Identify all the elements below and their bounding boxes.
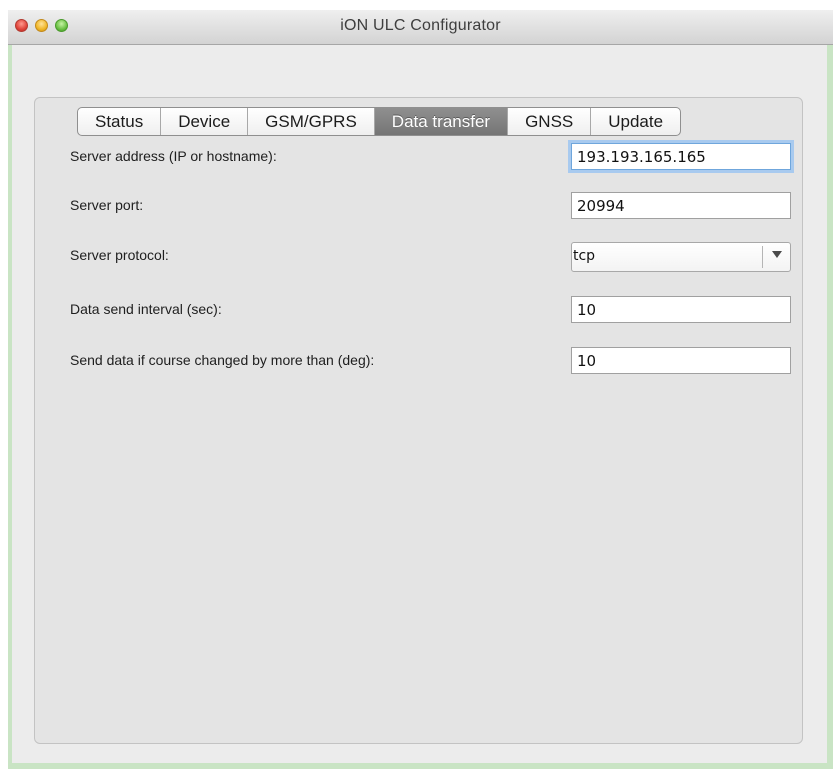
server-protocol-value: tcp bbox=[573, 248, 596, 264]
tab-update[interactable]: Update bbox=[591, 108, 680, 135]
window-title: iON ULC Configurator bbox=[340, 17, 501, 34]
server-address-input[interactable] bbox=[571, 143, 791, 170]
course-change-row: Send data if course changed by more than… bbox=[70, 347, 800, 374]
title-bar[interactable]: iON ULC Configurator bbox=[8, 10, 833, 45]
server-protocol-label: Server protocol: bbox=[70, 247, 169, 263]
chevron-down-icon[interactable] bbox=[772, 251, 782, 258]
app-window: iON ULC Configurator Status Device GSM/G… bbox=[8, 10, 833, 769]
server-port-label: Server port: bbox=[70, 197, 144, 213]
course-change-input[interactable] bbox=[571, 347, 791, 374]
server-address-row: Server address (IP or hostname): bbox=[70, 143, 800, 170]
course-change-label: Send data if course changed by more than… bbox=[70, 352, 375, 368]
window-content: Status Device GSM/GPRS Data transfer GNS… bbox=[12, 45, 827, 763]
server-address-label: Server address (IP or hostname): bbox=[70, 148, 277, 164]
data-send-interval-input[interactable] bbox=[571, 296, 791, 323]
tab-bar: Status Device GSM/GPRS Data transfer GNS… bbox=[77, 107, 682, 136]
server-protocol-row: Server protocol: tcp bbox=[70, 242, 800, 272]
tab-gsm-gprs[interactable]: GSM/GPRS bbox=[248, 108, 375, 135]
tab-status[interactable]: Status bbox=[78, 108, 162, 135]
tab-gnss[interactable]: GNSS bbox=[508, 108, 592, 135]
server-port-row: Server port: bbox=[70, 192, 800, 219]
server-protocol-select[interactable]: tcp bbox=[571, 242, 791, 272]
data-send-interval-label: Data send interval (sec): bbox=[70, 301, 222, 317]
server-port-input[interactable] bbox=[571, 192, 791, 219]
tab-data-transfer[interactable]: Data transfer bbox=[374, 108, 509, 135]
tab-device[interactable]: Device bbox=[161, 108, 249, 135]
data-send-interval-row: Data send interval (sec): bbox=[70, 296, 800, 323]
select-divider bbox=[762, 246, 763, 268]
